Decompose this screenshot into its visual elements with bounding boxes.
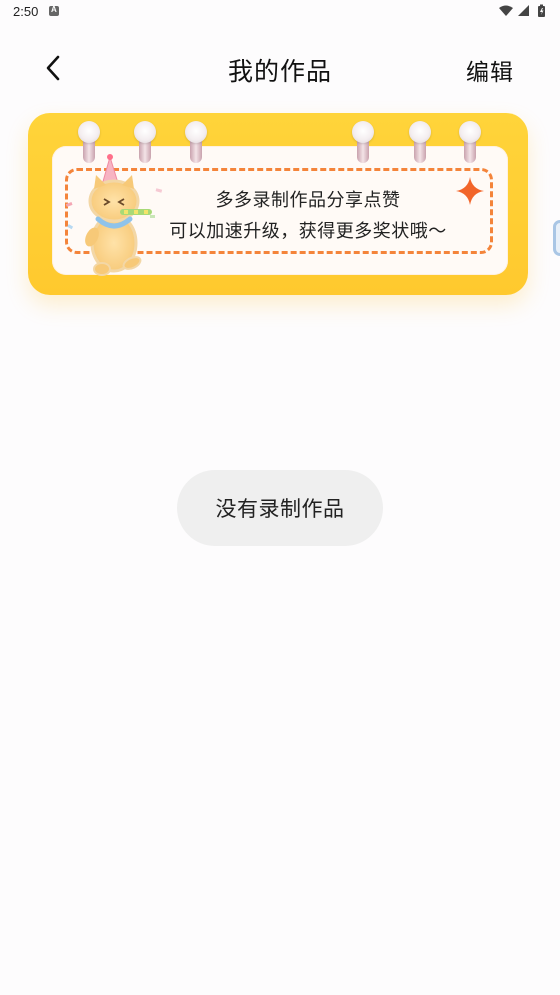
battery-icon [538, 4, 545, 17]
status-time: 2:50 [13, 4, 39, 19]
promo-banner: 多多录制作品分享点赞 可以加速升级，获得更多奖状哦～ [28, 113, 528, 295]
sparkle-icon [456, 177, 484, 205]
empty-state-message: 没有录制作品 [177, 470, 383, 546]
signal-icon [518, 5, 529, 16]
floating-edge-button[interactable] [553, 220, 560, 256]
status-bar: 2:50 [0, 0, 560, 24]
header: 我的作品 编辑 [0, 44, 560, 92]
wifi-icon [499, 5, 513, 16]
binder-ring-icon [459, 121, 481, 165]
edit-button[interactable]: 编辑 [466, 53, 514, 87]
binder-ring-icon [409, 121, 431, 165]
binder-ring-icon [352, 121, 374, 165]
status-icons [498, 4, 550, 18]
notification-icon [49, 5, 59, 16]
banner-line2: 可以加速升级，获得更多奖状哦～ [169, 221, 447, 242]
banner-line1: 多多录制作品分享点赞 [215, 190, 401, 211]
binder-ring-icon [185, 121, 207, 165]
